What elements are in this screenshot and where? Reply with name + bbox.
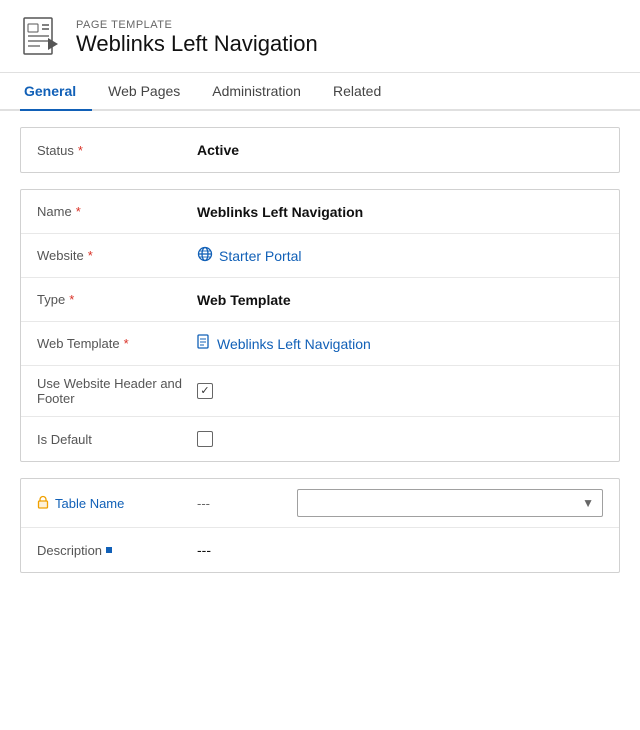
table-name-text: Table Name xyxy=(55,496,124,511)
tab-web-pages[interactable]: Web Pages xyxy=(104,73,196,111)
doc-icon xyxy=(197,334,211,353)
header-text-block: PAGE TEMPLATE Weblinks Left Navigation xyxy=(76,19,318,57)
use-website-header-footer-value xyxy=(197,383,603,399)
description-row: Description --- xyxy=(21,528,619,572)
name-value: Weblinks Left Navigation xyxy=(197,204,603,220)
use-website-header-footer-checkbox-container xyxy=(197,383,603,399)
dropdown-arrow-icon: ▼ xyxy=(582,496,594,510)
is-default-value xyxy=(197,431,603,447)
website-required-star: * xyxy=(88,248,93,263)
status-label: Status * xyxy=(37,143,197,158)
status-row: Status * Active xyxy=(21,128,619,172)
page-template-icon xyxy=(20,16,64,60)
use-website-header-footer-label: Use Website Header and Footer xyxy=(37,376,197,406)
web-template-required-star: * xyxy=(124,336,129,351)
is-default-label: Is Default xyxy=(37,432,197,447)
description-required-dot xyxy=(106,547,112,553)
website-label: Website * xyxy=(37,248,197,263)
status-required-star: * xyxy=(78,143,83,158)
page-header: PAGE TEMPLATE Weblinks Left Navigation xyxy=(0,0,640,73)
name-row: Name * Weblinks Left Navigation xyxy=(21,190,619,234)
name-label: Name * xyxy=(37,204,197,219)
table-name-label: Table Name xyxy=(37,495,197,512)
type-row: Type * Web Template xyxy=(21,278,619,322)
tab-related[interactable]: Related xyxy=(329,73,397,111)
web-template-row: Web Template * Weblinks Left Navigation xyxy=(21,322,619,366)
status-value: Active xyxy=(197,142,603,158)
is-default-checkbox-container xyxy=(197,431,603,447)
web-template-value[interactable]: Weblinks Left Navigation xyxy=(197,334,603,353)
website-row: Website * Starter Portal xyxy=(21,234,619,278)
use-website-header-footer-row: Use Website Header and Footer xyxy=(21,366,619,417)
tab-bar: General Web Pages Administration Related xyxy=(0,73,640,111)
description-label: Description xyxy=(37,543,197,558)
table-name-dropdown[interactable]: ▼ xyxy=(297,489,603,517)
web-template-label: Web Template * xyxy=(37,336,197,351)
type-required-star: * xyxy=(69,292,74,307)
is-default-checkbox[interactable] xyxy=(197,431,213,447)
page-title: Weblinks Left Navigation xyxy=(76,31,318,57)
website-value[interactable]: Starter Portal xyxy=(197,246,603,265)
table-name-row: Table Name --- ▼ xyxy=(21,479,619,528)
table-name-dash: --- xyxy=(197,496,297,511)
type-value: Web Template xyxy=(197,292,603,308)
page-template-label: PAGE TEMPLATE xyxy=(76,19,318,31)
tab-general[interactable]: General xyxy=(20,73,92,111)
description-value: --- xyxy=(197,542,603,558)
status-section: Status * Active xyxy=(20,127,620,173)
website-link-text[interactable]: Starter Portal xyxy=(219,248,301,264)
globe-icon xyxy=(197,246,213,265)
details-section: Name * Weblinks Left Navigation Website … xyxy=(20,189,620,462)
table-name-section: Table Name --- ▼ Description --- xyxy=(20,478,620,573)
is-default-row: Is Default xyxy=(21,417,619,461)
tab-administration[interactable]: Administration xyxy=(208,73,317,111)
web-template-link-text[interactable]: Weblinks Left Navigation xyxy=(217,336,371,352)
use-website-header-footer-checkbox[interactable] xyxy=(197,383,213,399)
name-required-star: * xyxy=(76,204,81,219)
type-label: Type * xyxy=(37,292,197,307)
lock-icon xyxy=(37,495,49,512)
